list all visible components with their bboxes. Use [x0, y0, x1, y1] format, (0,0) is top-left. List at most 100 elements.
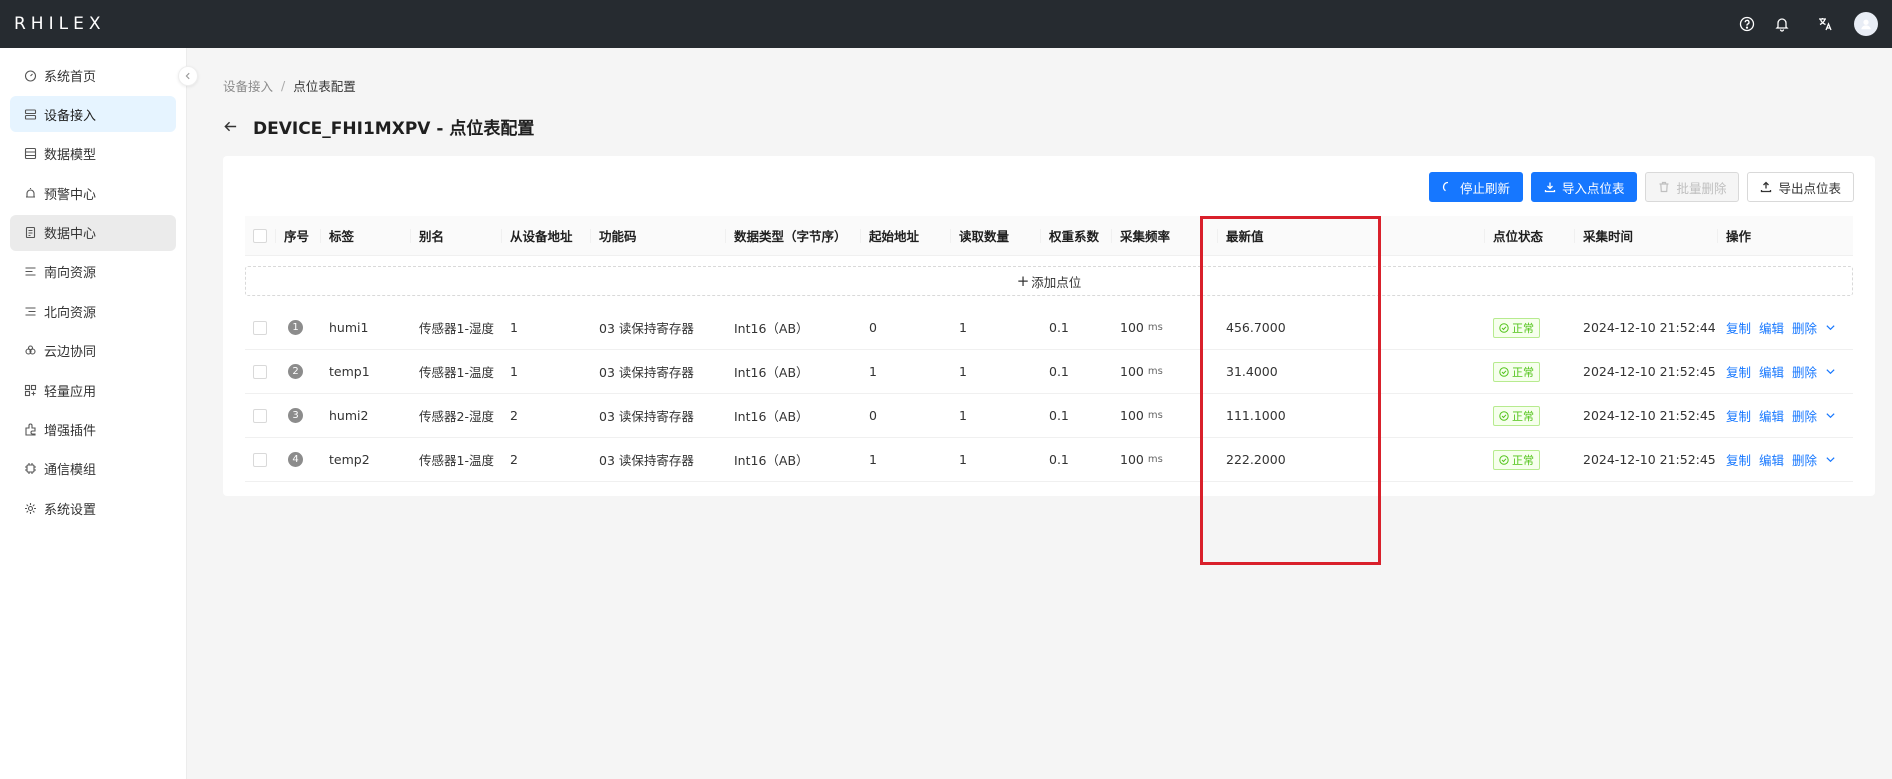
weight-text: 0.1	[1049, 408, 1069, 423]
south-icon	[24, 265, 37, 278]
cell-addr: 1	[861, 438, 951, 481]
cell-freq: 100 ms	[1112, 306, 1218, 349]
edit-link[interactable]: 编辑	[1759, 450, 1784, 469]
func-text: 03 读保持寄存器	[599, 321, 694, 336]
import-button[interactable]: 导入点位表	[1530, 172, 1638, 202]
chevron-down-icon[interactable]	[1825, 366, 1836, 377]
sidebar-item-app[interactable]: 轻量应用	[10, 372, 176, 408]
copy-link[interactable]: 复制	[1726, 318, 1751, 337]
translate-icon[interactable]	[1816, 15, 1834, 33]
table-header: 序号 标签 别名 从设备地址 功能码 数据类型（字节序） 起始地址 读取数量 权…	[245, 216, 1853, 256]
cell-value: 222.2000	[1218, 438, 1485, 481]
help-icon[interactable]	[1738, 15, 1756, 33]
sidebar-item-model[interactable]: 数据模型	[10, 136, 176, 172]
delete-link[interactable]: 删除	[1792, 362, 1817, 381]
cell-qty: 1	[951, 394, 1041, 437]
addr-text: 0	[869, 320, 877, 335]
edit-link[interactable]: 编辑	[1759, 406, 1784, 425]
copy-link[interactable]: 复制	[1726, 406, 1751, 425]
cell-status: 正常	[1485, 306, 1575, 349]
cell-weight: 0.1	[1041, 350, 1112, 393]
addr-text: 1	[869, 364, 877, 379]
status-badge: 正常	[1493, 317, 1540, 338]
top-header: RHILEX	[0, 0, 1892, 48]
export-button[interactable]: 导出点位表	[1747, 172, 1854, 202]
cell-tag: humi2	[321, 394, 411, 437]
slave-text: 1	[510, 320, 518, 335]
index-badge: 2	[288, 364, 303, 379]
weight-text: 0.1	[1049, 320, 1069, 335]
batch-delete-button[interactable]: 批量删除	[1645, 172, 1740, 202]
sidebar-item-device[interactable]: 设备接入	[10, 96, 176, 133]
sidebar-item-label: 南向资源	[44, 266, 97, 282]
back-arrow-icon[interactable]	[223, 119, 239, 135]
sidebar-item-south[interactable]: 南向资源	[10, 254, 176, 290]
dashboard-icon	[24, 69, 37, 82]
cloud-icon	[24, 344, 37, 357]
edit-link[interactable]: 编辑	[1759, 362, 1784, 381]
copy-link[interactable]: 复制	[1726, 450, 1751, 469]
tag-text: temp2	[329, 452, 370, 467]
app-logo: RHILEX	[14, 14, 106, 34]
row-checkbox[interactable]	[253, 320, 267, 335]
freq-value: 100	[1120, 408, 1144, 423]
cell-status: 正常	[1485, 394, 1575, 437]
sidebar-item-plugin[interactable]: 增强插件	[10, 412, 176, 448]
cell-func: 03 读保持寄存器	[591, 306, 726, 349]
avatar[interactable]	[1854, 12, 1878, 36]
breadcrumb-parent[interactable]: 设备接入	[223, 76, 273, 95]
sidebar-item-settings[interactable]: 系统设置	[10, 490, 176, 526]
cell-index: 1	[276, 306, 321, 349]
sidebar-item-north[interactable]: 北向资源	[10, 293, 176, 329]
col-tag: 标签	[321, 216, 411, 255]
col-alias: 别名	[411, 216, 502, 255]
freq-value: 100	[1120, 320, 1144, 335]
cell-ops: 复制 编辑 删除	[1718, 306, 1853, 349]
row-checkbox[interactable]	[253, 452, 267, 467]
status-text: 正常	[1512, 365, 1534, 379]
plus-icon: +	[1016, 272, 1030, 290]
chevron-down-icon[interactable]	[1825, 410, 1836, 421]
select-all-cell	[245, 216, 276, 255]
cell-dtype: Int16（AB）	[726, 350, 861, 393]
chevron-down-icon[interactable]	[1825, 322, 1836, 333]
sidebar-item-label: 增强插件	[44, 424, 97, 440]
sidebar-collapse-button[interactable]	[178, 66, 198, 86]
data-icon	[24, 226, 37, 239]
import-label: 导入点位表	[1561, 181, 1625, 196]
sidebar-menu: 系统首页 设备接入 数据模型 预警中心 数据中心南向资源北向资源云边协同 轻量应用增强插件…	[0, 48, 186, 526]
copy-link[interactable]: 复制	[1726, 362, 1751, 381]
sidebar-item-dashboard[interactable]: 系统首页	[10, 57, 176, 93]
delete-link[interactable]: 删除	[1792, 406, 1817, 425]
settings-icon	[24, 502, 37, 515]
cell-status: 正常	[1485, 350, 1575, 393]
sidebar-item-alarm[interactable]: 预警中心	[10, 175, 176, 211]
cell-slave: 1	[502, 350, 591, 393]
cell-ops: 复制 编辑 删除	[1718, 438, 1853, 481]
tag-text: humi1	[329, 320, 369, 335]
stop-refresh-button[interactable]: 停止刷新	[1428, 172, 1523, 202]
chevron-down-icon[interactable]	[1825, 454, 1836, 465]
row-checkbox[interactable]	[253, 364, 267, 379]
cell-slave: 2	[502, 394, 591, 437]
sidebar-item-module[interactable]: 通信模组	[10, 451, 176, 487]
bell-icon[interactable]	[1773, 15, 1791, 33]
add-point-button[interactable]: + 添加点位	[245, 266, 1853, 296]
cell-time: 2024-12-10 21:52:44	[1575, 306, 1718, 349]
loading-icon	[1442, 181, 1449, 192]
time-text: 2024-12-10 21:52:44	[1583, 320, 1716, 335]
cell-slave: 1	[502, 306, 591, 349]
select-all-checkbox[interactable]	[253, 228, 267, 243]
delete-link[interactable]: 删除	[1792, 450, 1817, 469]
edit-link[interactable]: 编辑	[1759, 318, 1784, 337]
trash-icon	[1659, 181, 1669, 193]
row-select-cell	[245, 350, 276, 393]
sidebar-item-data[interactable]: 数据中心	[10, 214, 176, 251]
delete-link[interactable]: 删除	[1792, 318, 1817, 337]
freq-unit: ms	[1147, 366, 1163, 377]
sidebar-item-cloud[interactable]: 云边协同	[10, 333, 176, 369]
status-badge: 正常	[1493, 449, 1540, 470]
time-text: 2024-12-10 21:52:45	[1583, 364, 1716, 379]
toolbar: 停止刷新 导入点位表 批量删除 导出点位表	[1428, 172, 1854, 202]
row-checkbox[interactable]	[253, 408, 267, 423]
